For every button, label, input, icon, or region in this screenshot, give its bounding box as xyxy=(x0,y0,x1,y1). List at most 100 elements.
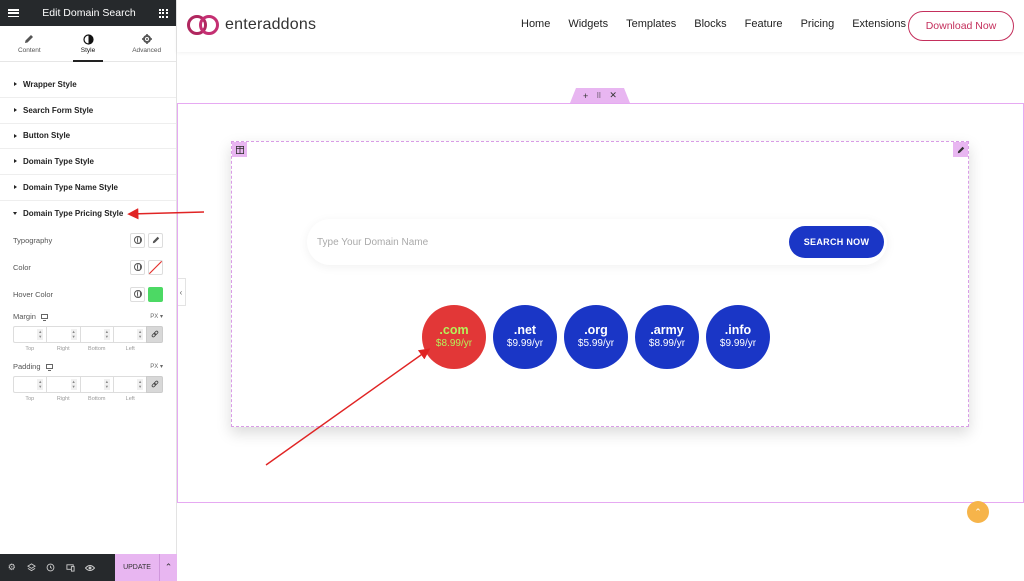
caret-right-icon xyxy=(14,185,17,190)
padding-left-input[interactable]: ▲ ▼ xyxy=(112,375,147,393)
stepper-icon[interactable]: ▲ ▼ xyxy=(37,328,44,340)
nav-item-pricing[interactable]: Pricing xyxy=(801,18,835,30)
tab-style[interactable]: Style xyxy=(59,26,118,62)
stepper-icon[interactable]: ▲ ▼ xyxy=(70,328,77,340)
padding-right-input[interactable]: ▲ ▼ xyxy=(46,375,80,393)
margin-right-input[interactable]: ▲ ▼ xyxy=(46,325,80,343)
global-hover-color-button[interactable] xyxy=(130,286,145,302)
margin-bottom-input[interactable]: ▲ ▼ xyxy=(79,325,113,343)
section-handle[interactable]: + ⠿ ✕ xyxy=(570,88,630,103)
domain-type-army[interactable]: .army $8.99/yr xyxy=(635,305,699,369)
dim-label-left: Left xyxy=(125,345,135,352)
site-header: enteraddons Home Widgets Templates Block… xyxy=(177,0,1024,52)
desktop-icon[interactable] xyxy=(45,364,53,372)
section-domain-type-pricing-style[interactable]: Domain Type Pricing Style xyxy=(0,201,176,227)
panel-footer: ⚙ UPDATE ⌃ xyxy=(0,554,177,581)
desktop-icon[interactable] xyxy=(40,314,48,322)
download-now-button[interactable]: Download Now xyxy=(908,11,1014,41)
domain-type-price: $8.99/yr xyxy=(648,338,686,349)
control-typography: Typography xyxy=(0,227,176,254)
nav-item-extensions[interactable]: Extensions xyxy=(852,18,906,30)
caret-right-icon xyxy=(14,82,17,86)
padding-unit-select[interactable]: PX ▾ xyxy=(150,363,163,370)
section-domain-type-name-style[interactable]: Domain Type Name Style xyxy=(0,175,176,201)
settings-gear-icon[interactable]: ⚙ xyxy=(4,554,20,581)
pencil-icon xyxy=(24,33,34,45)
stepper-icon[interactable]: ▲ ▼ xyxy=(103,378,110,390)
domain-type-price: $9.99/yr xyxy=(719,338,757,349)
tab-advanced-label: Advanced xyxy=(132,47,162,54)
stepper-icon[interactable]: ▲ ▼ xyxy=(37,378,44,390)
control-label: Margin xyxy=(13,312,36,322)
edit-typography-button[interactable] xyxy=(148,232,163,248)
nav-item-feature[interactable]: Feature xyxy=(745,18,783,30)
control-hover-color: Hover Color xyxy=(0,281,176,308)
layers-icon[interactable] xyxy=(24,554,40,581)
domain-type-info[interactable]: .info $9.99/yr xyxy=(706,305,770,369)
column-handle-icon[interactable] xyxy=(232,142,247,157)
control-label: Typography xyxy=(13,235,53,245)
padding-link-button[interactable] xyxy=(146,375,164,393)
tab-advanced[interactable]: Advanced xyxy=(117,26,176,61)
padding-bottom-input[interactable]: ▲ ▼ xyxy=(79,375,113,393)
margin-link-button[interactable] xyxy=(146,325,164,343)
margin-left-input[interactable]: ▲ ▼ xyxy=(112,325,147,343)
section-wrapper-style[interactable]: Wrapper Style xyxy=(0,72,176,98)
unit-label: PX xyxy=(150,314,159,321)
scroll-to-top-chevron-up-icon[interactable]: ⌃ xyxy=(967,501,989,523)
stepper-icon[interactable]: ▲ ▼ xyxy=(70,378,77,390)
margin-unit-select[interactable]: PX ▾ xyxy=(150,313,163,320)
domain-search-widget[interactable] xyxy=(231,141,969,427)
nav-item-blocks[interactable]: Blocks xyxy=(694,18,726,30)
main-nav: Home Widgets Templates Blocks Feature Pr… xyxy=(521,18,924,30)
dim-label-top: Top xyxy=(25,345,35,352)
global-color-button[interactable] xyxy=(130,259,145,275)
domain-type-name: .com xyxy=(439,323,469,337)
stepper-icon[interactable]: ▲ ▼ xyxy=(103,328,110,340)
link-icon xyxy=(151,330,158,338)
section-button-style[interactable]: Button Style xyxy=(0,124,176,150)
control-label: Color xyxy=(13,262,31,272)
stepper-icon[interactable]: ▲ ▼ xyxy=(137,378,144,390)
padding-top-input[interactable]: ▲ ▼ xyxy=(13,375,47,393)
domain-type-org[interactable]: .org $5.99/yr xyxy=(564,305,628,369)
stepper-icon[interactable]: ▲ ▼ xyxy=(137,328,144,340)
nav-item-home[interactable]: Home xyxy=(521,18,550,30)
section-label: Wrapper Style xyxy=(23,79,77,89)
editor-panel: Edit Domain Search Content Style Advance… xyxy=(0,0,177,581)
search-now-button[interactable]: SEARCH NOW xyxy=(789,226,884,258)
domain-search-input[interactable] xyxy=(317,231,737,253)
section-label: Domain Type Style xyxy=(23,157,94,167)
drag-handle-icon[interactable]: ⠿ xyxy=(596,92,601,100)
global-typography-button[interactable] xyxy=(130,232,145,248)
nav-item-templates[interactable]: Templates xyxy=(626,18,676,30)
margin-top-input[interactable]: ▲ ▼ xyxy=(13,325,47,343)
update-button[interactable]: UPDATE xyxy=(115,554,159,581)
nav-item-widgets[interactable]: Widgets xyxy=(568,18,608,30)
padding-labels: Top Right Bottom Left xyxy=(0,393,176,405)
caret-right-icon xyxy=(14,107,17,112)
widgets-grid-icon[interactable] xyxy=(158,8,168,18)
history-icon[interactable] xyxy=(43,554,59,581)
preview-eye-icon[interactable] xyxy=(82,554,98,581)
tab-content[interactable]: Content xyxy=(0,26,59,61)
hover-color-swatch[interactable] xyxy=(148,286,163,302)
delete-section-close-icon[interactable]: ✕ xyxy=(609,90,617,101)
site-logo[interactable]: enteraddons xyxy=(187,15,316,35)
dim-label-top: Top xyxy=(25,395,35,402)
domain-type-price: $9.99/yr xyxy=(506,338,544,349)
control-color: Color xyxy=(0,254,176,281)
add-section-plus-icon[interactable]: + xyxy=(583,91,588,101)
domain-type-net[interactable]: .net $9.99/yr xyxy=(493,305,557,369)
section-domain-type-style[interactable]: Domain Type Style xyxy=(0,149,176,176)
domain-type-com[interactable]: .com $8.99/yr xyxy=(422,305,486,369)
hamburger-menu-icon[interactable] xyxy=(8,9,19,17)
edit-widget-pencil-icon[interactable] xyxy=(953,142,968,157)
panel-spacer xyxy=(0,62,176,72)
responsive-mode-icon[interactable] xyxy=(63,554,79,581)
color-swatch[interactable] xyxy=(148,259,163,275)
section-search-form-style[interactable]: Search Form Style xyxy=(0,98,176,124)
dim-label-bottom: Bottom xyxy=(88,345,106,352)
update-options-chevron-up-icon[interactable]: ⌃ xyxy=(159,554,177,581)
dim-label-right: Right xyxy=(56,345,70,352)
